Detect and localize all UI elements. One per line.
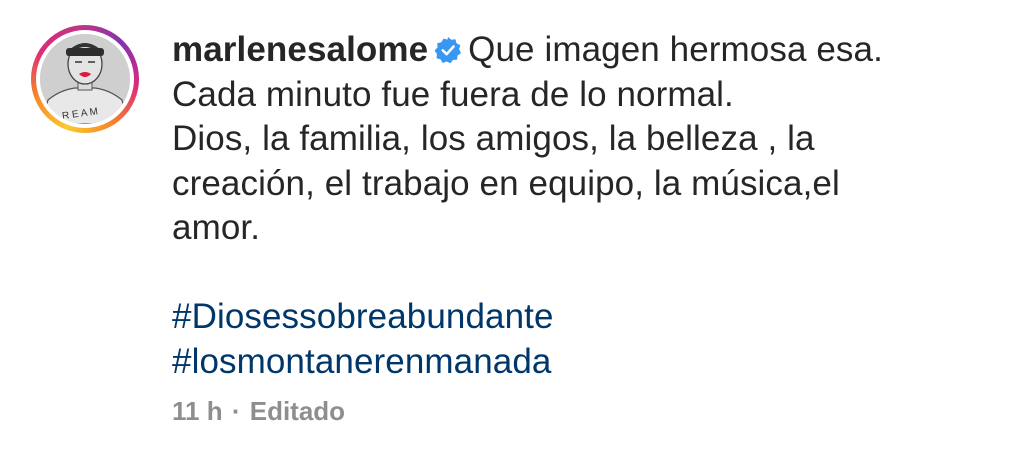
post-meta: 11 h · Editado [172,396,345,427]
comment-post: R E A M marlenesalome Que imagen hermosa… [0,0,1024,457]
avatar-story-ring[interactable]: R E A M [31,25,139,133]
verified-badge-icon [434,31,462,64]
timestamp[interactable]: 11 h [172,396,223,426]
caption-line-1: Que imagen hermosa esa. [468,30,883,69]
hashtag-link[interactable]: #losmontanerenmanada [172,340,992,385]
caption-line-3: Dios, la familia, los amigos, la belleza… [172,119,815,158]
caption-first-line: marlenesalome Que imagen hermosa esa. [172,30,883,69]
caption: marlenesalome Que imagen hermosa esa. Cad… [172,28,992,384]
caption-line-5: amor. [172,208,261,247]
username-link[interactable]: marlenesalome [172,30,428,69]
caption-line-2: Cada minuto fue fuera de lo normal. [172,74,734,114]
hashtag-link[interactable]: #Diosessobreabundante [172,295,992,340]
avatar-image: R E A M [40,34,130,124]
meta-separator: · [231,396,241,426]
avatar[interactable]: R E A M [40,34,130,124]
avatar-ring-gap: R E A M [36,30,134,128]
edited-label: Editado [249,396,346,426]
caption-line-4: creación, el trabajo en equipo, la músic… [172,163,840,203]
